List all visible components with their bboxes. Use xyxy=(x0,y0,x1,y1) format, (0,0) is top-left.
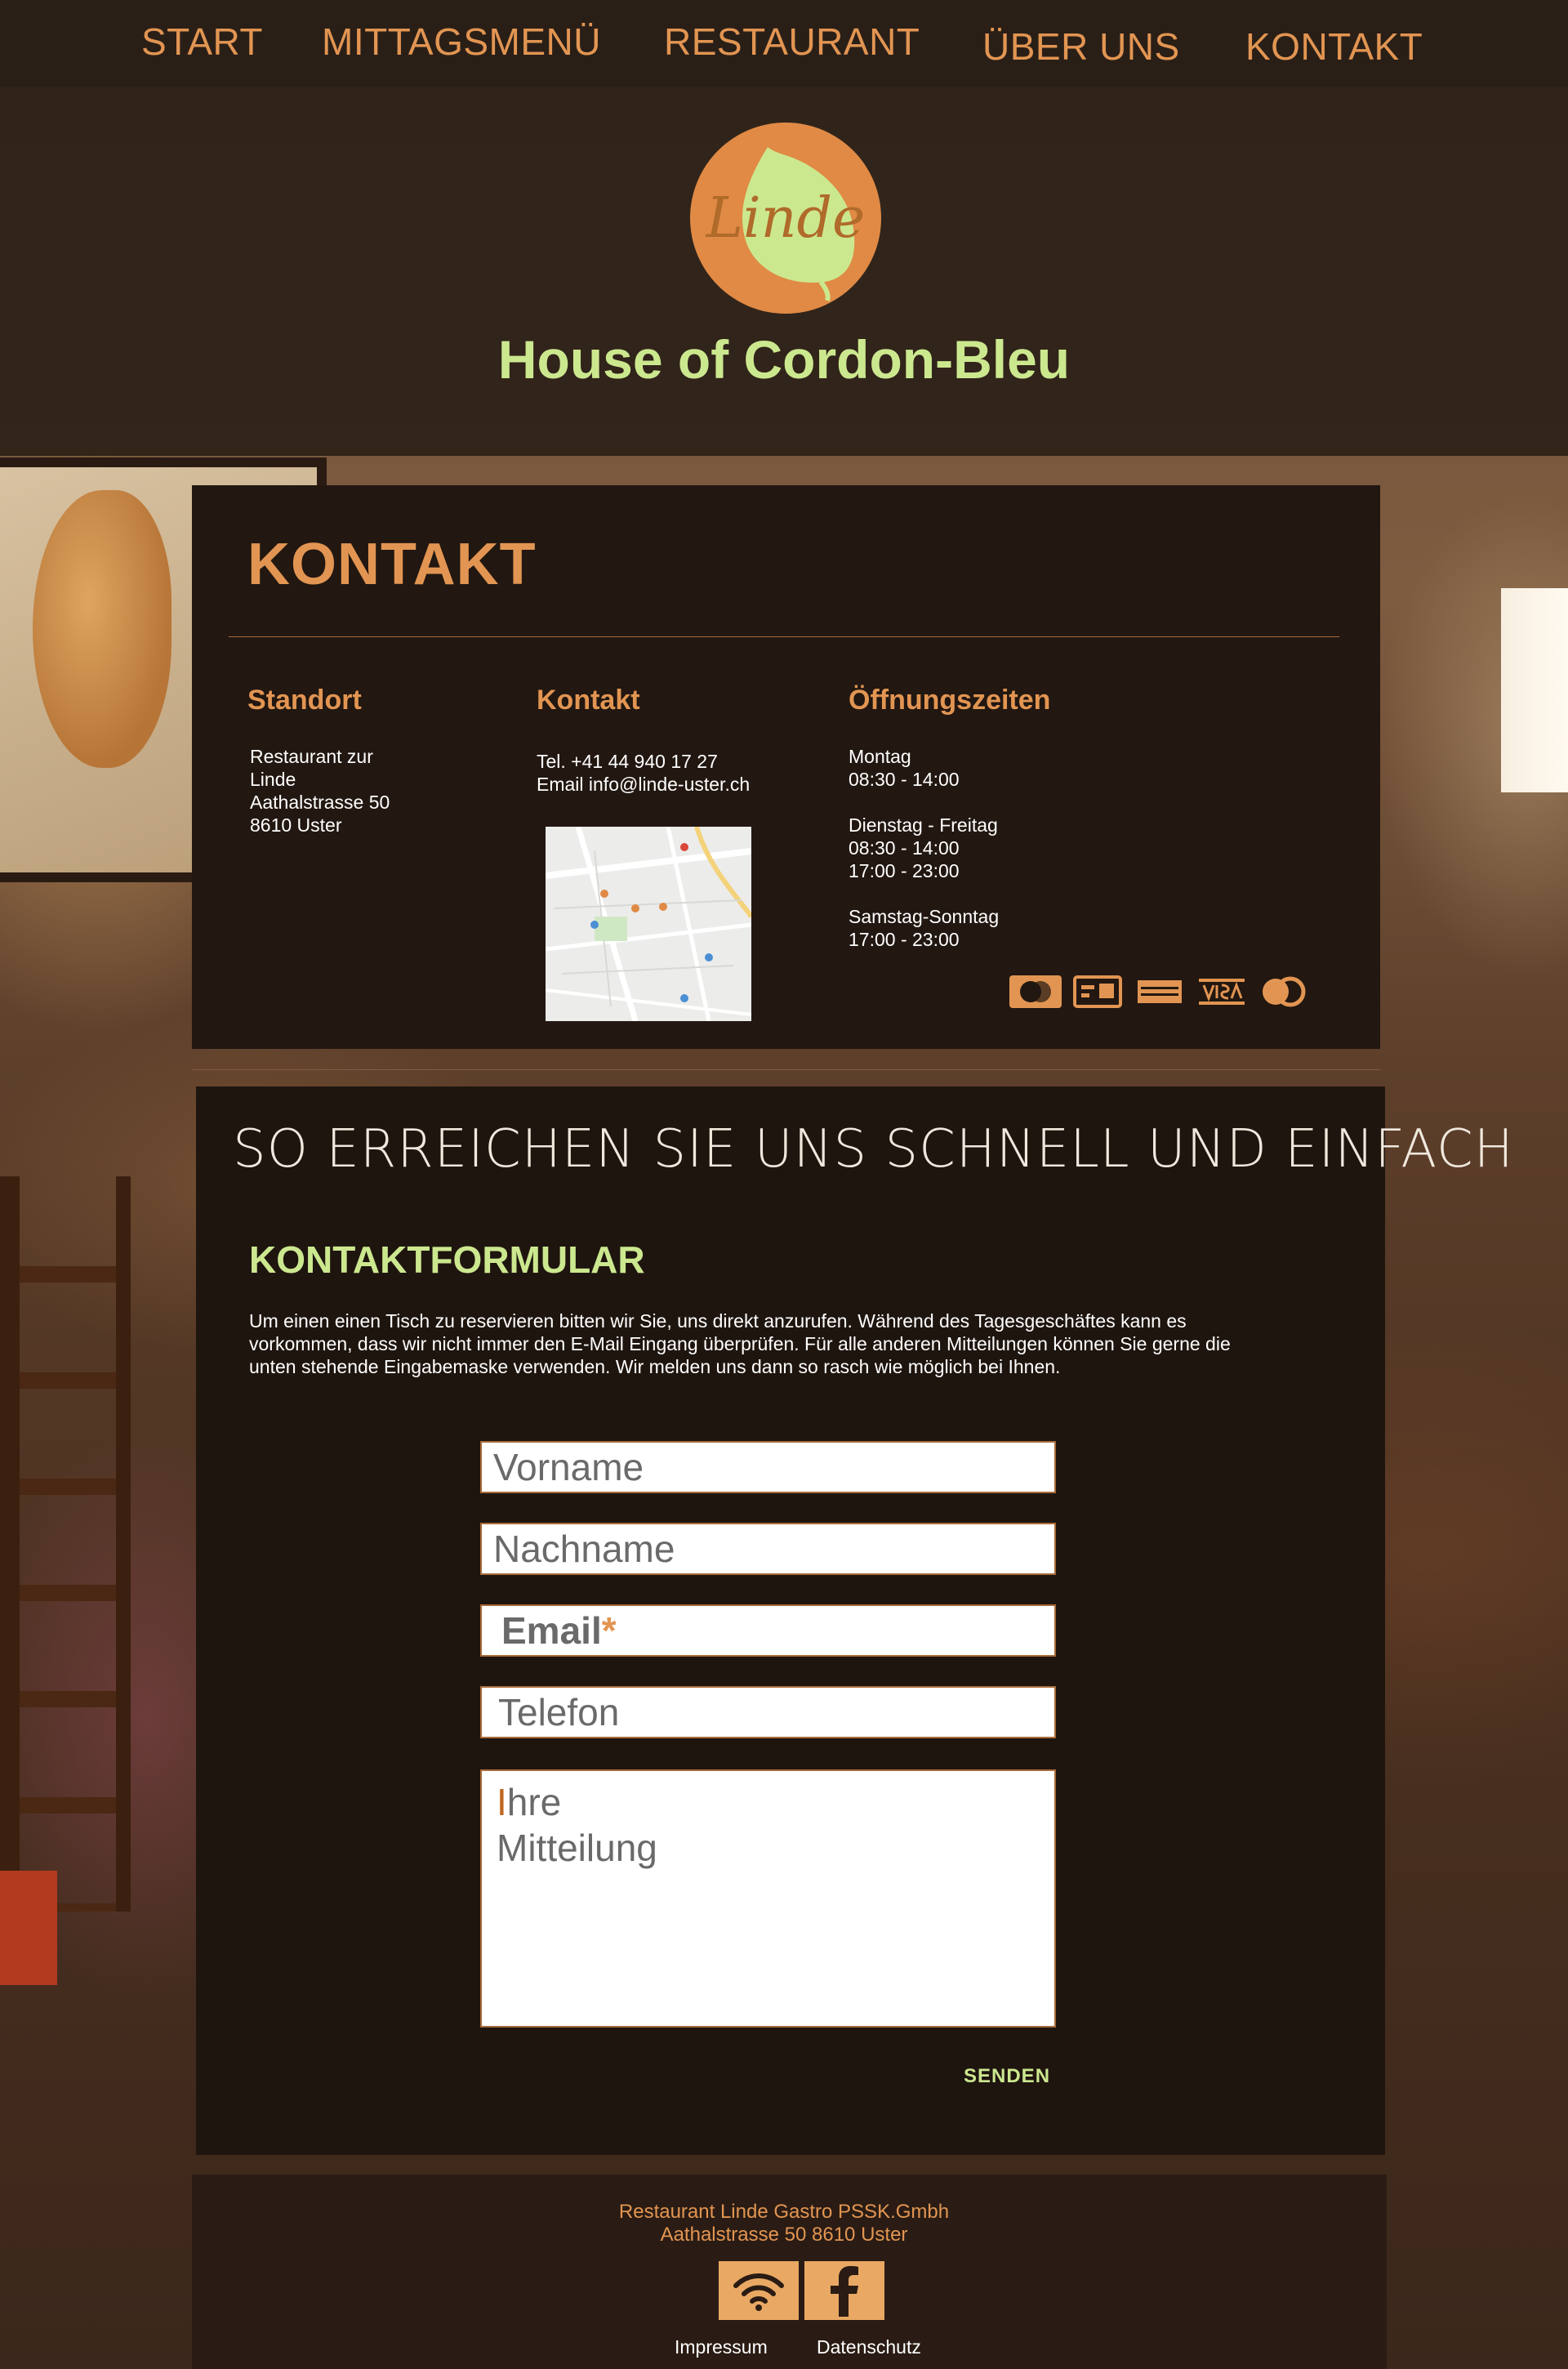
telefon-placeholder: Telefon xyxy=(498,1691,620,1733)
vorname-placeholder: Vorname xyxy=(493,1446,644,1488)
facebook-icon[interactable] xyxy=(804,2261,884,2320)
email-field[interactable]: Email* xyxy=(480,1604,1056,1657)
background-figure xyxy=(33,490,172,768)
section-divider xyxy=(192,1069,1380,1070)
footer-company: Restaurant Linde Gastro PSSK.Gmbh xyxy=(618,2201,950,2223)
american-express-icon xyxy=(1134,974,1186,1010)
linde-logo[interactable]: Linde xyxy=(690,123,881,314)
ec-card-icon xyxy=(1071,974,1124,1010)
wifi-icon[interactable] xyxy=(719,2261,799,2320)
payment-methods xyxy=(1009,974,1310,1010)
hours-weekday: Dienstag - Freitag 08:30 - 14:00 17:00 -… xyxy=(849,814,998,881)
datenschutz-link[interactable]: Datenschutz xyxy=(817,2336,921,2358)
tagline: House of Cordon-Bleu xyxy=(497,329,1071,390)
form-title: KONTAKTFORMULAR xyxy=(249,1238,645,1281)
impressum-link[interactable]: Impressum xyxy=(675,2336,768,2358)
text-cursor: I xyxy=(497,1781,507,1823)
nav-item-mittagsmenu[interactable]: MITTAGSMENÜ xyxy=(322,20,601,64)
contact-email[interactable]: Email info@linde-uster.ch xyxy=(537,773,750,796)
nachname-field[interactable]: Nachname xyxy=(480,1523,1056,1575)
message-placeholder: hre Mitteilung xyxy=(497,1781,657,1869)
divider xyxy=(229,636,1339,637)
mastercard-icon xyxy=(1009,974,1062,1010)
background-chair xyxy=(0,1176,131,1912)
hours-heading: Öffnungszeiten xyxy=(849,685,1051,716)
message-field[interactable]: Ihre Mitteilung xyxy=(480,1769,1056,2028)
form-headline: SO ERREICHEN SIE UNS SCHNELL UND EINFACH xyxy=(233,1119,1514,1180)
footer-address: Aathalstrasse 50 8610 Uster xyxy=(660,2224,908,2246)
background-candle xyxy=(0,1871,57,1985)
nav-item-start[interactable]: START xyxy=(141,20,263,64)
standort-heading: Standort xyxy=(247,685,362,716)
email-placeholder: Email xyxy=(501,1609,602,1652)
nav-item-restaurant[interactable]: RESTAURANT xyxy=(664,20,920,64)
logo-text: Linde xyxy=(705,186,865,251)
send-button[interactable]: SENDEN xyxy=(964,2065,1050,2088)
vorname-field[interactable]: Vorname xyxy=(480,1441,1056,1493)
hours-weekend: Samstag-Sonntag 17:00 - 23:00 xyxy=(849,906,1000,950)
standort-address: Restaurant zur Linde Aathalstrasse 50 86… xyxy=(250,746,390,836)
hours-monday: Montag 08:30 - 14:00 xyxy=(849,746,960,790)
background-lamp xyxy=(1501,588,1568,792)
location-map[interactable] xyxy=(546,827,751,1021)
nachname-placeholder: Nachname xyxy=(493,1528,675,1570)
nav-item-ueber-uns[interactable]: ÜBER UNS xyxy=(982,25,1180,69)
page-title: KONTAKT xyxy=(247,532,537,597)
telefon-field[interactable]: Telefon xyxy=(480,1686,1056,1738)
form-intro-text: Um einen einen Tisch zu reservieren bitt… xyxy=(249,1310,1231,1377)
contact-phone[interactable]: Tel. +41 44 940 17 27 xyxy=(537,750,718,773)
nav-item-kontakt[interactable]: KONTAKT xyxy=(1245,25,1423,69)
visa-icon xyxy=(1196,974,1248,1010)
main-nav: START MITTAGSMENÜ RESTAURANT ÜBER UNS KO… xyxy=(0,0,1568,87)
kontakt-heading: Kontakt xyxy=(537,685,640,716)
diners-club-icon xyxy=(1258,974,1310,1010)
required-marker: * xyxy=(601,1609,617,1652)
